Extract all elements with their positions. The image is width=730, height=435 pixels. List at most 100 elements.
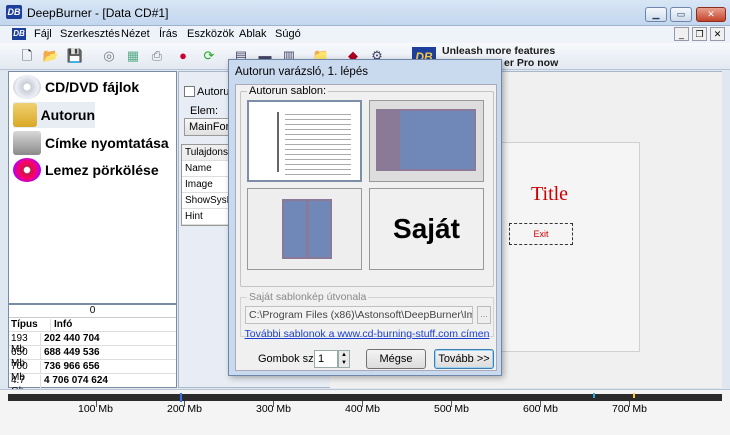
document-icon[interactable]: DB	[12, 28, 26, 40]
template-preview-graphic	[378, 111, 400, 169]
disc-icon[interactable]: ◎	[100, 47, 118, 65]
dialog-title: Autorun varázsló, 1. lépés	[235, 66, 368, 78]
menu-file[interactable]: Fájl	[34, 28, 52, 40]
refresh-icon[interactable]: ⟳	[200, 47, 218, 65]
table-row: 700 Mb 736 966 656	[9, 361, 176, 383]
window-title: DeepBurner - [Data CD#1]	[27, 6, 169, 20]
properties-icon[interactable]: ▦	[124, 47, 142, 65]
printer-icon	[13, 131, 41, 155]
ruler-label: 500 Mb	[434, 403, 470, 415]
close-button[interactable]: ✕	[696, 7, 726, 22]
ruler-label: 400 Mb	[345, 403, 381, 415]
capacity-marker	[180, 393, 182, 402]
capacity-marker	[593, 393, 595, 398]
info-type: 700 Mb	[9, 361, 41, 383]
next-button[interactable]: Tovább >>	[434, 349, 494, 369]
autorun-checkbox[interactable]	[184, 86, 195, 97]
nav-cd-dvd-files[interactable]: CD/DVD fájlok	[13, 74, 173, 100]
menu-help[interactable]: Súgó	[275, 28, 301, 40]
burn-disc-icon	[13, 158, 41, 182]
ruler-label: 200 Mb	[167, 403, 203, 415]
preview-title[interactable]: Title	[531, 183, 568, 206]
prop-image[interactable]: Image	[182, 177, 230, 193]
table-row: 650 Mb 688 449 536	[9, 347, 176, 369]
ruler-label: 700 Mb	[612, 403, 648, 415]
cancel-button[interactable]: Mégse	[366, 349, 426, 369]
template-thumb-columns[interactable]	[247, 188, 362, 270]
menu-view[interactable]: Nézet	[121, 28, 150, 40]
cd-icon	[13, 75, 41, 99]
browse-button[interactable]: ...	[477, 306, 491, 324]
save-icon[interactable]: 💾	[66, 47, 84, 65]
template-thumb-custom[interactable]: Saját	[369, 188, 484, 270]
template-group: Autorun sablon: Saját	[240, 85, 494, 287]
info-type: 4.7 Gb	[9, 375, 41, 397]
prop-name[interactable]: Name	[182, 161, 230, 177]
template-preview-graphic	[277, 112, 279, 172]
button-columns-input[interactable]: 1	[314, 350, 338, 368]
info-value: 202 440 704	[44, 333, 100, 344]
mdi-restore-button[interactable]: ❐	[692, 27, 707, 41]
mdi-close-button[interactable]: ✕	[710, 27, 725, 41]
capacity-bar	[8, 394, 722, 401]
info-type: 650 Mb	[9, 347, 41, 369]
nav-burn-disc[interactable]: Lemez pörkölése	[13, 157, 173, 183]
nav-label: Címke nyomtatása	[45, 135, 169, 151]
props-header: Tulajdonsá	[182, 145, 230, 161]
info-header-type: Típus	[9, 319, 51, 331]
properties-grid: Tulajdonsá Name Image ShowSysB Hint	[181, 144, 231, 226]
template-preview-graphic	[285, 110, 351, 176]
maximize-button[interactable]: ▭	[670, 7, 692, 22]
app-logo-icon: DB	[6, 5, 22, 19]
ruler-label: 100 Mb	[78, 403, 114, 415]
template-group-label: Autorun sablon:	[247, 85, 329, 97]
table-row: 4.7 Gb 4 706 074 624	[9, 375, 176, 397]
nav-label: CD/DVD fájlok	[45, 79, 140, 95]
template-thumb-list[interactable]	[247, 100, 362, 182]
template-thumb-panel[interactable]	[369, 100, 484, 182]
template-preview-graphic	[306, 199, 309, 259]
info-value: 4 706 074 624	[44, 375, 108, 386]
info-type: 193 Mb	[9, 333, 41, 355]
disc-info-panel: 0 Típus Infó 193 Mb 202 440 704 650 Mb 6…	[8, 304, 177, 397]
menu-bar: DB Fájl Szerkesztés Nézet Írás Eszközök …	[0, 26, 730, 43]
menu-tools[interactable]: Eszközök	[187, 28, 234, 40]
nav-label: Lemez pörkölése	[45, 162, 159, 178]
nav-print-label[interactable]: Címke nyomtatása	[13, 130, 173, 156]
dialog-body: Autorun sablon: Saját Saját sablonkép út…	[235, 84, 497, 371]
menu-window[interactable]: Ablak	[239, 28, 267, 40]
title-bar: DB DeepBurner - [Data CD#1] ▁ ▭ ✕	[0, 0, 730, 26]
info-header-row: Típus Infó	[9, 319, 176, 332]
ruler-label: 300 Mb	[256, 403, 292, 415]
preview-exit-button[interactable]: Exit	[509, 223, 573, 245]
info-value: 688 449 536	[44, 347, 100, 358]
menu-write[interactable]: Írás	[159, 28, 177, 40]
button-columns-spinner[interactable]: ▲ ▼	[338, 350, 350, 368]
elem-label: Elem:	[190, 105, 219, 117]
custom-path-input[interactable]: C:\Program Files (x86)\Astonsoft\DeepBur…	[245, 306, 473, 324]
capacity-ruler: 100 Mb 200 Mb 300 Mb 400 Mb 500 Mb 600 M…	[0, 389, 730, 435]
nav-autorun[interactable]: Autorun	[13, 102, 95, 128]
elem-select[interactable]: MainForm	[184, 118, 234, 136]
more-templates-link[interactable]: További sablonok a www.cd-burning-stuff.…	[236, 328, 498, 340]
autorun-wizard-dialog: Autorun varázsló, 1. lépés Autorun sablo…	[228, 59, 502, 376]
ruler-label: 600 Mb	[523, 403, 559, 415]
info-count: 0	[9, 305, 176, 318]
prop-hint[interactable]: Hint	[182, 209, 230, 225]
autorun-icon	[13, 103, 37, 127]
prop-showsys[interactable]: ShowSysB	[182, 193, 230, 209]
print-icon[interactable]: ⎙	[148, 47, 166, 65]
promo-line-1: Unleash more features	[442, 45, 556, 57]
custom-path-label: Saját sablonkép útvonala	[247, 291, 369, 303]
minimize-button[interactable]: ▁	[645, 7, 667, 22]
info-header-info: Infó	[54, 319, 73, 330]
menu-edit[interactable]: Szerkesztés	[60, 28, 120, 40]
new-icon[interactable]: 🗋	[18, 47, 36, 65]
info-value: 736 966 656	[44, 361, 100, 372]
burn-icon[interactable]: ●	[174, 47, 192, 65]
mdi-minimize-button[interactable]: _	[674, 27, 689, 41]
navigation-panel: CD/DVD fájlok Autorun Címke nyomtatása L…	[8, 71, 177, 304]
open-folder-icon[interactable]: 📂	[42, 47, 60, 65]
table-row: 193 Mb 202 440 704	[9, 333, 176, 355]
nav-label: Autorun	[40, 107, 95, 123]
